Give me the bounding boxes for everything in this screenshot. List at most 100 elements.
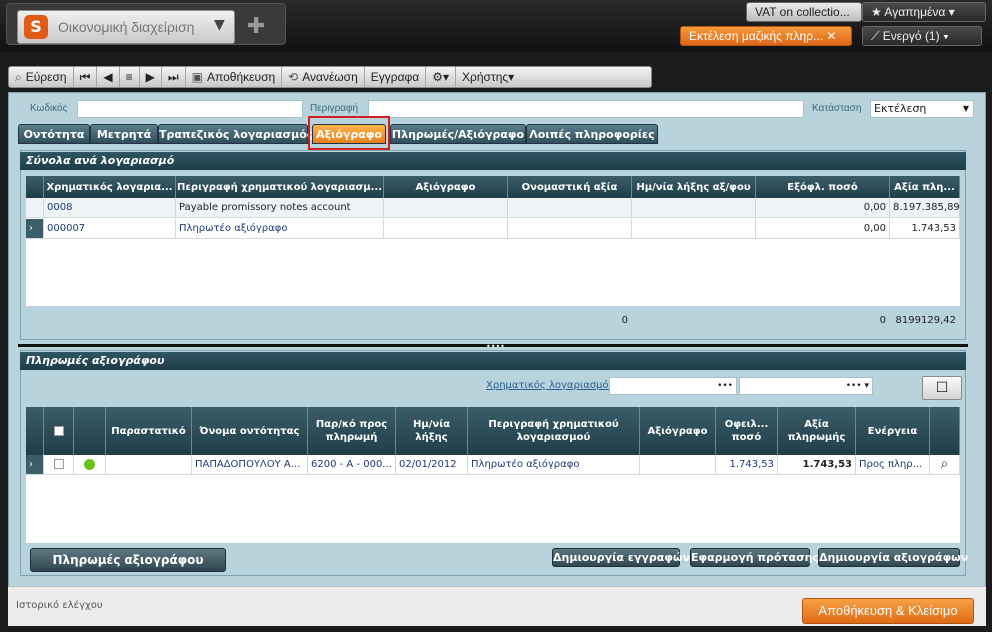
close-icon[interactable]: ✕ xyxy=(826,29,836,43)
apply-filter-icon[interactable]: ☐ xyxy=(922,376,962,400)
documents-button[interactable]: Εγγραφα xyxy=(365,67,427,87)
tab-promissory[interactable]: Αξιόγραφο xyxy=(312,124,386,144)
select-all-checkbox[interactable] xyxy=(44,407,74,455)
column-header[interactable]: Αξία πληρωμής xyxy=(778,407,856,455)
table-cell: 6200 - A - 000... xyxy=(308,455,396,474)
column-header[interactable]: Αξιόγραφο xyxy=(384,176,508,198)
table-cell[interactable]: 1.743,53 xyxy=(778,455,856,474)
table-cell: 1.743,53 xyxy=(716,455,778,474)
status-select[interactable]: Εκτέλεση ▼ xyxy=(870,100,974,118)
current-row-icon: › xyxy=(26,455,44,474)
module-title: Οικονομική διαχείριση xyxy=(58,19,195,35)
table-row[interactable]: › 000007 Πληρωτέο αξιόγραφο 0,00 1.743,5… xyxy=(26,219,960,239)
tab-bank-account[interactable]: Τραπεζικός λογαριασμός xyxy=(158,124,313,144)
disk-icon: ▣ xyxy=(191,70,204,84)
row-indicator xyxy=(26,198,44,217)
list-button[interactable]: ≡ xyxy=(120,67,140,87)
payments-title: Πληρωμές αξιογράφου xyxy=(20,352,966,370)
table-cell xyxy=(640,455,716,474)
users-button[interactable]: Χρήστης ▾ xyxy=(456,67,520,87)
table-row[interactable]: 0008 Payable promissory notes account 0,… xyxy=(26,198,960,218)
save-button[interactable]: ▣ Αποθήκευση xyxy=(186,67,283,87)
footer-total: 0 xyxy=(879,315,886,326)
table-cell xyxy=(632,198,756,217)
magnifier-icon[interactable]: ⌕ xyxy=(930,455,960,474)
row-checkbox[interactable] xyxy=(44,455,74,474)
table-cell: 0,00 xyxy=(756,219,890,238)
audit-history-label[interactable]: Ιστορικό ελέγχου xyxy=(16,600,103,611)
account-filter-from[interactable]: ••• xyxy=(609,377,737,395)
column-header[interactable]: Παρ/κό προς πληρωμή xyxy=(308,407,396,455)
prev-record-button[interactable]: ◀ xyxy=(97,67,120,87)
table-cell: ΠΑΠΑΔΟΠΟΥΛΟΥ Α... xyxy=(192,455,308,474)
table-cell[interactable]: Προς πληρ... xyxy=(856,455,930,474)
column-header[interactable]: Ονομαστική αξία xyxy=(508,176,632,198)
create-notes-button[interactable]: Δημιουργία αξιογράφων xyxy=(818,548,968,567)
column-header[interactable]: Ημ/νία λήξης xyxy=(396,407,468,455)
status-label: Κατάσταση xyxy=(812,103,862,114)
row-indicator-header xyxy=(26,176,44,198)
find-button[interactable]: ⌕ Εύρεση xyxy=(9,67,74,87)
column-header[interactable]: Ενέργεια xyxy=(856,407,930,455)
tab-payments-promissory[interactable]: Πληρωμές/Αξιόγραφο xyxy=(390,124,526,144)
list-icon: ≡ xyxy=(125,70,133,84)
vat-shortcut[interactable]: VAT on collectio... xyxy=(746,2,862,22)
table-row[interactable]: › ΠΑΠΑΔΟΠΟΥΛΟΥ Α... 6200 - A - 000... 02… xyxy=(26,455,960,475)
apply-proposal-button[interactable]: Εφαρμογή πρότασης xyxy=(690,548,819,567)
account-filter-link[interactable]: Χρηματικός λογαριασμός xyxy=(486,380,615,391)
table-cell: 02/01/2012 xyxy=(396,455,468,474)
search-icon: ⌕ xyxy=(15,69,22,84)
tab-entity[interactable]: Οντότητα xyxy=(18,124,90,144)
tab-other-info[interactable]: Λοιπές πληροφορίες xyxy=(526,124,658,144)
totals-grid-header: Χρηματικός λογαρια... Περιγραφή χρηματικ… xyxy=(26,176,960,198)
table-cell xyxy=(508,198,632,217)
column-header[interactable]: Όνομα οντότητας xyxy=(192,407,308,455)
row-indicator-header xyxy=(26,407,44,455)
settings-button[interactable]: ⚙ ▾ xyxy=(426,67,457,87)
table-cell: 0008 xyxy=(44,198,176,217)
table-cell xyxy=(384,198,508,217)
table-cell xyxy=(384,219,508,238)
first-record-button[interactable]: ⏮ xyxy=(74,67,98,87)
next-icon: ▶ xyxy=(145,70,155,84)
column-header[interactable]: Ημ/νία λήξης αξ/φου xyxy=(632,176,756,198)
payments-button[interactable]: Πληρωμές αξιογράφου xyxy=(30,548,226,572)
column-header[interactable]: Περιγραφή χρηματικού λογαριασμ... xyxy=(176,176,384,198)
table-cell: 000007 xyxy=(44,219,176,238)
last-icon: ⏭ xyxy=(167,69,179,84)
column-header[interactable]: Περιγραφή χρηματικού λογαριασμού xyxy=(468,407,640,455)
table-cell: Πληρωτέο αξιόγραφο xyxy=(468,455,640,474)
footer-total: 8199129,42 xyxy=(895,315,956,326)
puzzle-icon[interactable]: ✚ xyxy=(247,14,275,42)
active-windows-menu[interactable]: ⟋ Ενεργό (1) ▾ xyxy=(862,26,982,46)
column-header[interactable]: Αξιόγραφο xyxy=(640,407,716,455)
chevron-down-icon: ▼ xyxy=(962,104,969,113)
chevron-down-icon: ▼ xyxy=(214,17,225,33)
table-cell xyxy=(106,455,192,474)
next-record-button[interactable]: ▶ xyxy=(140,67,162,87)
column-header[interactable]: Αξία πλη... xyxy=(890,176,960,198)
account-filter-to[interactable]: ••• ▾ xyxy=(739,377,873,395)
module-switcher: S Οικονομική διαχείριση ▼ ✚ xyxy=(6,3,286,45)
column-header[interactable]: Παραστατικό xyxy=(106,407,192,455)
code-label: Κωδικός xyxy=(30,103,68,114)
favorites-menu[interactable]: ★ Αγαπημένα ▾ xyxy=(862,2,986,22)
last-record-button[interactable]: ⏭ xyxy=(162,67,186,87)
column-header[interactable]: Εξόφλ. ποσό xyxy=(756,176,890,198)
column-header xyxy=(74,407,106,455)
table-cell: Πληρωτέο αξιόγραφο xyxy=(176,219,384,238)
tab-cash[interactable]: Μετρητά xyxy=(90,124,158,144)
description-field[interactable] xyxy=(368,100,804,118)
column-header[interactable]: Οφειλ... ποσό xyxy=(716,407,778,455)
prev-icon: ◀ xyxy=(103,70,113,84)
save-close-button[interactable]: Αποθήκευση & Κλείσιμο xyxy=(802,598,974,624)
module-select[interactable]: S Οικονομική διαχείριση ▼ xyxy=(17,10,235,44)
table-cell xyxy=(632,219,756,238)
column-header[interactable]: Χρηματικός λογαρια... xyxy=(44,176,176,198)
batch-run-tab[interactable]: Εκτέλεση μαζικής πληρ... ✕ xyxy=(680,26,852,46)
totals-title: Σύνολα ανά λογαριασμό xyxy=(20,152,966,170)
column-header xyxy=(930,407,960,455)
create-entries-button[interactable]: Δημιουργία εγγραφών xyxy=(552,548,690,567)
refresh-button[interactable]: ⟲ Ανανέωση xyxy=(282,67,365,87)
code-field[interactable] xyxy=(77,100,303,118)
